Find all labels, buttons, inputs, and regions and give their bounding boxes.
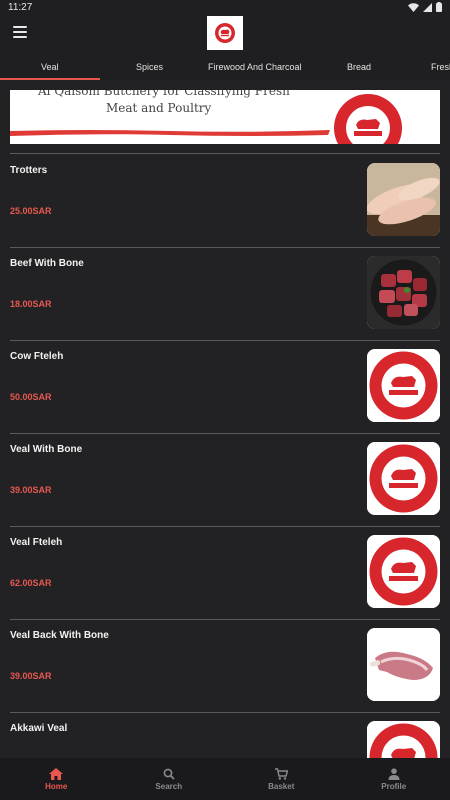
wifi-icon (408, 2, 419, 12)
product-price: 25.00SAR (10, 206, 52, 216)
nav-label: Search (155, 781, 183, 791)
product-item[interactable]: Veal Fteleh 62.00SAR (0, 526, 450, 619)
product-list[interactable]: Al Qaisom Butchery for Classifying Fresh… (0, 80, 450, 758)
app-logo (207, 16, 243, 50)
product-price: 18.00SAR (10, 299, 52, 309)
banner-brush-stroke (10, 130, 330, 136)
product-item[interactable]: Cow Fteleh 50.00SAR (0, 340, 450, 433)
product-name: Veal Fteleh (10, 537, 63, 548)
tab-label: Fresh (431, 62, 450, 72)
tab-firewood-and-charcoal[interactable]: Firewood And Charcoal (208, 54, 302, 80)
app-bar (0, 16, 450, 54)
nav-profile[interactable]: Profile (338, 758, 450, 800)
product-name: Akkawi Veal (10, 723, 68, 734)
tab-label: Spices (136, 62, 164, 72)
bottom-navigation: Home Search Basket Profile (0, 758, 450, 800)
product-price: 62.00SAR (10, 578, 52, 588)
tab-label: Bread (347, 62, 372, 72)
nav-basket[interactable]: Basket (225, 758, 338, 800)
product-name: Cow Fteleh (10, 351, 64, 362)
tab-bread[interactable]: Bread (347, 54, 371, 80)
nav-label: Home (45, 781, 68, 791)
home-icon (49, 767, 64, 780)
product-item[interactable]: Veal With Bone 39.00SAR (0, 433, 450, 526)
product-name: Veal With Bone (10, 444, 83, 455)
menu-icon[interactable] (13, 26, 27, 38)
tab-fresh[interactable]: Fresh (431, 54, 450, 80)
product-item[interactable]: Trotters 25.00SAR (0, 154, 450, 247)
product-price: 39.00SAR (10, 671, 52, 681)
nav-label: Profile (381, 781, 407, 791)
person-icon (388, 767, 400, 780)
product-name: Beef With Bone (10, 258, 84, 269)
banner-headline: Al Qaisom Butchery for Classifying Fresh (38, 90, 290, 98)
promo-banner[interactable]: Al Qaisom Butchery for Classifying Fresh… (10, 90, 440, 144)
product-price: 39.00SAR (10, 485, 52, 495)
category-tabs: Veal Spices Firewood And Charcoal Bread … (0, 54, 450, 80)
status-bar: 11:27 (0, 0, 450, 16)
alqaissom-logo (367, 442, 440, 515)
nav-search[interactable]: Search (113, 758, 226, 800)
leg-of-meat-photo (367, 628, 440, 701)
banner-subheadline: Meat and Poultry (106, 101, 212, 115)
trotters-photo (367, 163, 440, 236)
tab-spices[interactable]: Spices (136, 54, 163, 80)
nav-home[interactable]: Home (0, 758, 113, 800)
status-icons (408, 2, 442, 12)
cart-icon (274, 767, 288, 780)
product-item[interactable]: Beef With Bone 18.00SAR (0, 247, 450, 340)
alqaissom-logo (367, 721, 440, 758)
tab-label: Firewood And Charcoal (208, 62, 302, 72)
status-time: 11:27 (8, 2, 33, 13)
product-name: Trotters (10, 165, 48, 176)
tab-veal[interactable]: Veal (41, 54, 59, 80)
product-item[interactable]: Veal Back With Bone 39.00SAR (0, 619, 450, 712)
battery-icon (436, 2, 442, 12)
alqaissom-logo (367, 535, 440, 608)
beef-cubes-photo (367, 256, 440, 329)
alqaissom-badge (334, 94, 402, 144)
product-name: Veal Back With Bone (10, 630, 109, 641)
nav-label: Basket (268, 781, 295, 791)
tab-label: Veal (41, 62, 59, 72)
product-item[interactable]: Akkawi Veal (0, 712, 450, 758)
product-price: 50.00SAR (10, 392, 52, 402)
search-icon (163, 768, 175, 780)
signal-icon (423, 2, 432, 12)
alqaissom-logo (367, 349, 440, 422)
